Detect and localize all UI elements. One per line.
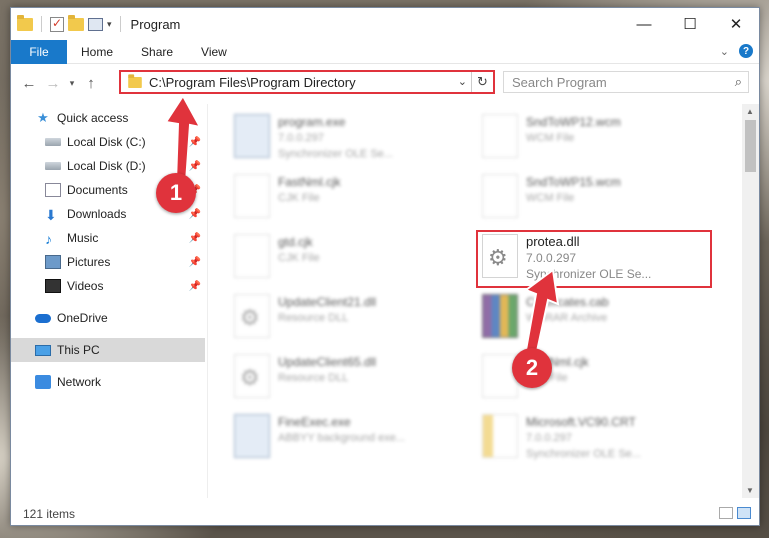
step-1-badge: 1	[156, 173, 196, 213]
arrow-1-icon	[164, 94, 202, 183]
arrow-2-icon	[523, 268, 560, 358]
step-2-badge: 2	[512, 348, 552, 388]
annotation-arrows	[164, 94, 560, 358]
